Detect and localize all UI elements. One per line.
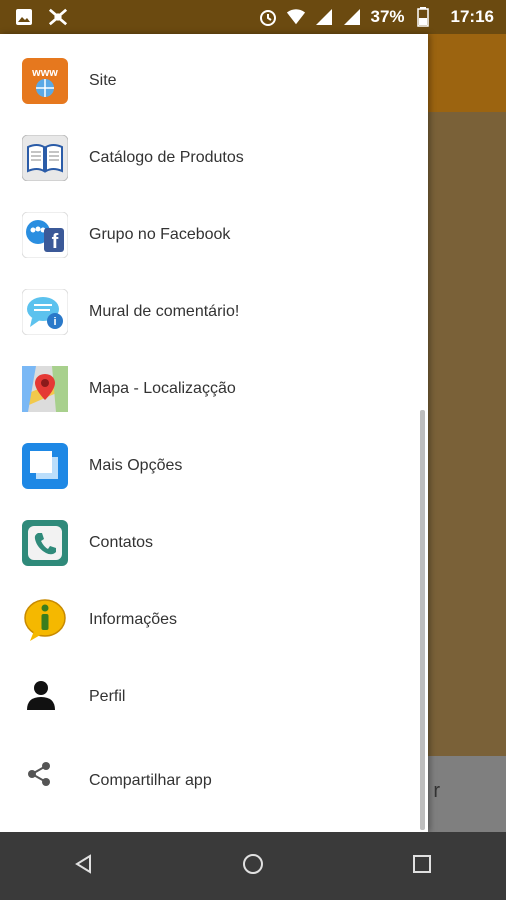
share-icon bbox=[22, 758, 68, 804]
back-button[interactable] bbox=[54, 836, 114, 896]
person-icon bbox=[22, 674, 68, 720]
chat-info-icon: i bbox=[22, 288, 68, 335]
phone-icon bbox=[22, 519, 68, 566]
www-globe-icon: www bbox=[22, 57, 68, 104]
windows-icon bbox=[22, 442, 68, 489]
battery-icon bbox=[413, 7, 433, 27]
menu-item-compartilhar[interactable]: Compartilhar app bbox=[0, 742, 420, 819]
home-button[interactable] bbox=[223, 836, 283, 896]
bottom-text: r bbox=[433, 780, 440, 802]
status-bar: 37% 17:16 bbox=[0, 0, 506, 34]
menu-item-informacoes[interactable]: Informações bbox=[0, 581, 420, 658]
navigation-drawer: www Site Catálogo de Produtos f Grupo no… bbox=[0, 34, 428, 832]
clock: 17:16 bbox=[450, 7, 494, 26]
menu-item-label: Informações bbox=[89, 610, 178, 628]
menu-item-mais-opcoes[interactable]: Mais Opções bbox=[0, 427, 420, 504]
signal-icon bbox=[342, 7, 362, 27]
map-pin-icon bbox=[22, 365, 68, 412]
system-nav-bar bbox=[0, 832, 506, 900]
drawer-scrollbar[interactable] bbox=[420, 410, 425, 830]
menu-item-label: Mapa - Localizaçção bbox=[89, 379, 236, 397]
menu-item-label: Mural de comentário! bbox=[89, 302, 240, 320]
book-icon bbox=[22, 134, 68, 181]
home-icon bbox=[241, 852, 265, 881]
svg-text:www: www bbox=[31, 67, 58, 79]
menu-item-contatos[interactable]: Contatos bbox=[0, 504, 420, 581]
svg-text:i: i bbox=[53, 316, 56, 328]
svg-text:f: f bbox=[52, 231, 59, 253]
menu-item-label: Mais Opções bbox=[89, 456, 183, 474]
menu-item-label: Catálogo de Produtos bbox=[89, 148, 244, 166]
menu-item-label: Grupo no Facebook bbox=[89, 225, 231, 243]
menu-item-mural[interactable]: i Mural de comentário! bbox=[0, 273, 420, 350]
menu-item-label: Contatos bbox=[89, 533, 154, 551]
menu-item-label: Compartilhar app bbox=[89, 771, 212, 789]
signal-icon bbox=[314, 7, 334, 27]
back-icon bbox=[73, 853, 95, 880]
menu-item-perfil[interactable]: Perfil bbox=[0, 658, 420, 735]
image-icon bbox=[14, 7, 34, 27]
menu-item-facebook[interactable]: f Grupo no Facebook bbox=[0, 196, 420, 273]
menu-item-catalogo[interactable]: Catálogo de Produtos bbox=[0, 119, 420, 196]
recents-button[interactable] bbox=[392, 836, 452, 896]
wifi-icon bbox=[286, 7, 306, 27]
facebook-group-icon: f bbox=[22, 211, 68, 258]
alarm-icon bbox=[258, 7, 278, 27]
menu-item-site[interactable]: www Site bbox=[0, 42, 420, 119]
recents-icon bbox=[411, 853, 433, 880]
menu-item-mapa[interactable]: Mapa - Localizaçção bbox=[0, 350, 420, 427]
battery-percent: 37% bbox=[370, 7, 405, 26]
info-icon bbox=[22, 597, 68, 643]
vpn-icon bbox=[48, 7, 68, 27]
menu-item-label: Site bbox=[89, 71, 117, 89]
menu-item-label: Perfil bbox=[89, 687, 126, 705]
